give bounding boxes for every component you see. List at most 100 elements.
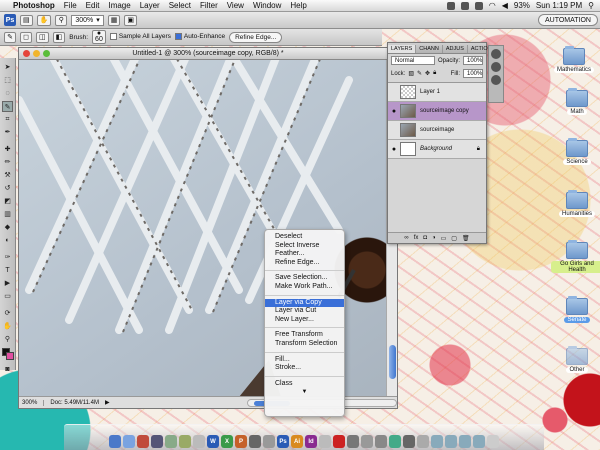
desktop-folder[interactable]: Other: [551, 346, 600, 373]
app-icon[interactable]: [375, 435, 387, 448]
layer-row-active[interactable]: ● sourceimage copy: [388, 102, 486, 121]
desktop-folder[interactable]: Senate: [551, 296, 600, 323]
dodge-tool-icon[interactable]: ◐: [2, 235, 13, 246]
word-icon[interactable]: W: [207, 435, 219, 448]
layer-name[interactable]: Background: [420, 146, 452, 152]
quick-selection-tool-icon[interactable]: ✎: [2, 101, 13, 112]
desktop-folder[interactable]: Science: [551, 138, 600, 165]
menu-window[interactable]: Window: [253, 1, 281, 10]
layer-row[interactable]: ● Background 🔒︎: [388, 140, 486, 159]
desktop-folder[interactable]: Mathematics: [548, 46, 600, 73]
timemachine-icon[interactable]: [474, 1, 483, 10]
trash-icon[interactable]: [487, 435, 499, 448]
stack-folder-icon[interactable]: [473, 435, 485, 448]
menu-layer[interactable]: Layer: [140, 1, 160, 10]
scroll-thumb[interactable]: [389, 345, 396, 379]
garageband-icon[interactable]: [179, 435, 191, 448]
menu-item-transform-selection[interactable]: Transform Selection: [265, 340, 344, 349]
blur-tool-icon[interactable]: ◆: [2, 222, 13, 233]
tab-layers[interactable]: LAYERS: [388, 45, 417, 53]
bluetooth-icon[interactable]: [460, 1, 469, 10]
menu-file[interactable]: File: [64, 1, 77, 10]
menu-image[interactable]: Image: [108, 1, 130, 10]
address-book-icon[interactable]: [137, 435, 149, 448]
layer-name[interactable]: sourceimage: [420, 127, 454, 133]
refine-edge-button[interactable]: Refine Edge...: [229, 31, 283, 43]
illustrator-dock-icon[interactable]: Ai: [291, 435, 303, 448]
marquee-tool-icon[interactable]: ⬚: [2, 75, 13, 86]
quick-mask-icon[interactable]: ◙: [2, 364, 13, 375]
layer-row[interactable]: Layer 1: [388, 83, 486, 102]
spotlight-menu-icon[interactable]: [446, 1, 455, 10]
link-layers-icon[interactable]: ∞: [404, 235, 408, 241]
wifi-icon[interactable]: ◠: [489, 1, 496, 10]
desktop-folder[interactable]: Math: [551, 88, 600, 115]
menu-app-name[interactable]: Photoshop: [13, 1, 55, 10]
lock-all-icon[interactable]: 🔒︎: [433, 70, 436, 77]
battery-status[interactable]: 93%: [514, 1, 530, 10]
app-icon[interactable]: [361, 435, 373, 448]
menu-item-stroke[interactable]: Stroke...: [265, 364, 344, 373]
panel-icon[interactable]: [491, 75, 501, 85]
eraser-tool-icon[interactable]: ◩: [2, 196, 13, 207]
tab-adjustments[interactable]: ADJUS: [443, 45, 468, 53]
indesign-dock-icon[interactable]: Id: [305, 435, 317, 448]
adjustment-layer-icon[interactable]: ◑: [432, 235, 436, 241]
trash-icon[interactable]: 🗑︎: [462, 235, 470, 242]
menu-item-free-transform[interactable]: Free Transform: [265, 331, 344, 340]
quick-selection-preset-icon[interactable]: ✎: [4, 31, 16, 43]
desktop-folder[interactable]: Go Girls and Health: [551, 240, 600, 273]
app-icon[interactable]: [319, 435, 331, 448]
menu-filter[interactable]: Filter: [200, 1, 218, 10]
move-tool-icon[interactable]: ➤: [2, 62, 13, 73]
excel-icon[interactable]: X: [221, 435, 233, 448]
hand-tool-icon[interactable]: ✋: [2, 321, 13, 332]
menu-item-new-layer[interactable]: New Layer...: [265, 316, 344, 325]
crop-tool-icon[interactable]: ⌗: [2, 114, 13, 125]
spotlight-icon[interactable]: ⚲: [588, 1, 594, 10]
3d-rotate-tool-icon[interactable]: ⟳: [2, 308, 13, 319]
eye-icon[interactable]: ●: [388, 108, 400, 115]
eyedropper-tool-icon[interactable]: ✒: [2, 127, 13, 138]
app-icon[interactable]: [417, 435, 429, 448]
layer-row[interactable]: sourceimage: [388, 121, 486, 140]
workspace-switcher[interactable]: AUTOMATION: [537, 14, 598, 26]
menu-view[interactable]: View: [227, 1, 244, 10]
healing-brush-tool-icon[interactable]: ✚: [2, 144, 13, 155]
zoom-window-icon[interactable]: [43, 50, 50, 57]
desktop-folder[interactable]: Humanities: [551, 190, 600, 217]
fill-input[interactable]: 100%: [463, 69, 483, 78]
zoom-tool-icon[interactable]: ⚲: [2, 334, 13, 345]
safari-icon[interactable]: [123, 435, 135, 448]
menu-edit[interactable]: Edit: [86, 1, 100, 10]
finder-icon[interactable]: [109, 435, 121, 448]
eye-icon[interactable]: ●: [388, 146, 400, 153]
auto-enhance-checkbox[interactable]: Auto-Enhance: [174, 33, 225, 41]
sample-all-layers-checkbox[interactable]: Sample All Layers: [109, 33, 171, 41]
new-group-icon[interactable]: ▭: [441, 235, 447, 242]
new-selection-icon[interactable]: ◻: [20, 31, 32, 43]
volume-icon[interactable]: ◀: [502, 1, 508, 10]
preferences-icon[interactable]: [193, 435, 205, 448]
lock-image-icon[interactable]: ✎: [417, 70, 422, 77]
stack-folder-icon[interactable]: [431, 435, 443, 448]
layer-style-icon[interactable]: fx: [414, 235, 419, 241]
menu-item-make-work-path[interactable]: Make Work Path...: [265, 283, 344, 292]
history-brush-tool-icon[interactable]: ↺: [2, 183, 13, 194]
background-color-swatch[interactable]: [6, 352, 14, 360]
zoom-tool-icon[interactable]: ⚲: [55, 14, 68, 26]
menu-item-feather[interactable]: Feather...: [265, 250, 344, 259]
shape-tool-icon[interactable]: ▭: [2, 291, 13, 302]
menu-help[interactable]: Help: [290, 1, 306, 10]
document-size[interactable]: Doc: 5.49M/11.4M: [50, 400, 99, 406]
layer-name[interactable]: Layer 1: [420, 89, 440, 95]
menu-item-save-selection[interactable]: Save Selection...: [265, 274, 344, 283]
lasso-tool-icon[interactable]: ◌: [2, 88, 13, 99]
menu-item-deselect[interactable]: Deselect: [265, 233, 344, 242]
menu-item-refine-edge[interactable]: Refine Edge...: [265, 259, 344, 268]
bridge-icon[interactable]: ▤: [20, 14, 33, 26]
path-selection-tool-icon[interactable]: ▶: [2, 278, 13, 289]
type-tool-icon[interactable]: T: [2, 265, 13, 276]
screen-mode-icon[interactable]: ▣: [124, 14, 138, 26]
brush-size-picker[interactable]: ● 60: [92, 30, 106, 44]
